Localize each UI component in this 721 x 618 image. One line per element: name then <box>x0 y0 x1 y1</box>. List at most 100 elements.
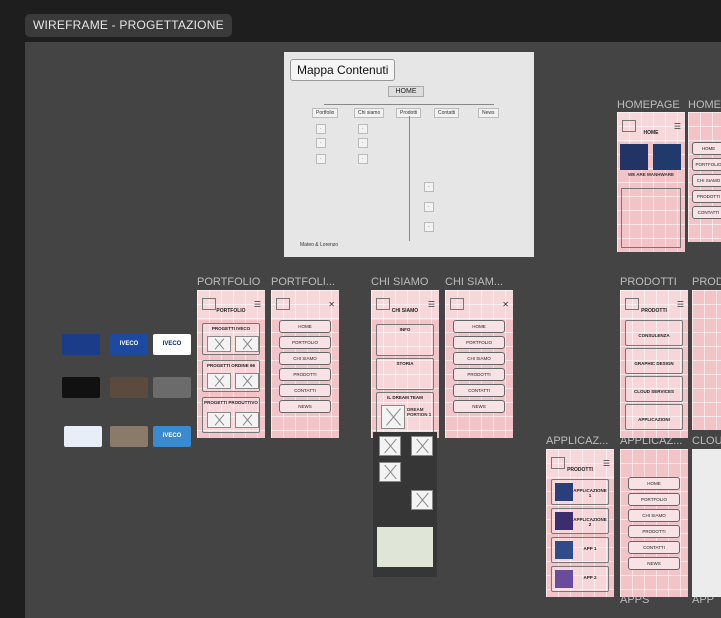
frame-label-chi-siamo[interactable]: CHI SIAMO <box>371 276 441 288</box>
menu-item-contatti[interactable]: CONTATTI <box>453 384 505 397</box>
frame-label-prodotti[interactable]: PRODOTTI <box>620 276 690 288</box>
applicazioni-frame[interactable]: ☰ PRODOTTI APPLICAZIONE 1 APPLICAZIONE 2… <box>546 449 614 597</box>
frame-label-homepage[interactable]: HOMEPAGE <box>617 99 687 111</box>
frame-label-home[interactable]: HOME <box>688 99 721 111</box>
portfolio-thumbnail: IVECO <box>153 334 191 355</box>
app-card[interactable]: APP 1 <box>551 537 609 563</box>
menu-item-home[interactable]: HOME <box>692 142 721 155</box>
map-node-chi-siamo: Chi siamo <box>354 108 385 118</box>
portfolio-frame[interactable]: ☰ PORTFOLIO PROGETTI IVECO PROGETTI ORDI… <box>197 290 265 438</box>
portfolio-thumbnail <box>153 377 191 398</box>
map-subnode: · <box>316 154 326 164</box>
product-card[interactable]: CLOUD SERVICES <box>625 376 683 402</box>
app-thumbnail <box>555 512 573 530</box>
portfolio-card[interactable]: PROGETTI IVECO <box>202 323 260 355</box>
portfolio-card[interactable]: PROGETTI ORDINE 66 <box>202 360 260 392</box>
hero-image <box>653 144 681 170</box>
portfolio-card[interactable]: PROGETTI PRODUTTIVO <box>202 397 260 433</box>
menu-item-portfolio[interactable]: PORTFOLIO <box>692 158 721 171</box>
menu-item-news[interactable]: NEWS <box>279 400 331 413</box>
menu-item-portfolio[interactable]: PORTFOLIO <box>279 336 331 349</box>
cloud-frame[interactable] <box>692 449 721 597</box>
top-bar: WIREFRAME - PROGETTAZIONE <box>0 0 721 42</box>
phone-header: ☰ PORTFOLIO <box>197 290 265 320</box>
map-connector <box>324 104 494 105</box>
product-card[interactable]: GRAPHIC DESIGN <box>625 348 683 374</box>
map-subnode: · <box>424 182 434 192</box>
image-placeholder <box>207 412 231 428</box>
frame-label-portfolio[interactable]: PORTFOLIO <box>197 276 267 288</box>
member-photo-placeholder <box>379 462 401 482</box>
map-image <box>377 527 433 567</box>
card-title: PROGETTI PRODUTTIVO <box>204 400 258 405</box>
chi-siamo-menu-frame[interactable]: ✕ HOME PORTFOLIO CHI SIAMO PRODOTTI CONT… <box>445 290 513 438</box>
card-title: CONSULENZA <box>638 333 670 338</box>
menu-item-chi-siamo[interactable]: CHI SIAMO <box>453 352 505 365</box>
product-card[interactable]: APPLICAZIONI <box>625 404 683 430</box>
homepage-frame[interactable]: ☰ HOME WE ARE MANHWARE <box>617 112 685 252</box>
frame-label-applicazioni[interactable]: APPLICAZ... <box>546 435 618 447</box>
menu-item-contatti[interactable]: CONTATTI <box>628 541 680 554</box>
product-card[interactable]: CONSULENZA <box>625 320 683 346</box>
menu-item-news[interactable]: NEWS <box>453 400 505 413</box>
app-card[interactable]: APPLICAZIONE 2 <box>551 508 609 534</box>
card-title: CLOUD SERVICES <box>634 389 674 394</box>
app-card[interactable]: APPLICAZIONE 1 <box>551 479 609 505</box>
card-title: PROGETTI IVECO <box>211 326 251 331</box>
app-thumbnail <box>555 570 573 588</box>
menu-item-prodotti[interactable]: PRODOTTI <box>628 525 680 538</box>
menu-item-portfolio[interactable]: PORTFOLIO <box>628 493 680 506</box>
logo <box>276 298 290 310</box>
phone-header: ☰ HOME <box>617 112 685 142</box>
portfolio-menu-frame[interactable]: ✕ HOME PORTFOLIO CHI SIAMO PRODOTTI CONT… <box>271 290 339 438</box>
applicazioni-menu-frame[interactable]: HOME PORTFOLIO CHI SIAMO PRODOTTI CONTAT… <box>620 449 688 597</box>
menu-item-portfolio[interactable]: PORTFOLIO <box>453 336 505 349</box>
portfolio-thumbnail <box>110 377 148 398</box>
menu-item-home[interactable]: HOME <box>279 320 331 333</box>
image-placeholder <box>207 373 231 389</box>
member-photo-placeholder <box>381 405 405 429</box>
prodotti-partial-frame[interactable] <box>692 290 721 430</box>
menu-item-chi-siamo[interactable]: CHI SIAMO <box>628 509 680 522</box>
frame-label-portfolio-menu[interactable]: PORTFOLI... <box>271 276 341 288</box>
menu-item-home[interactable]: HOME <box>628 477 680 490</box>
section-title: STORIA <box>396 361 414 366</box>
menu-item-contatti[interactable]: CONTATTI <box>279 384 331 397</box>
prodotti-frame[interactable]: ☰ PRODOTTI CONSULENZA GRAPHIC DESIGN CLO… <box>620 290 688 438</box>
card-title: APPLICAZIONE 1 <box>573 488 607 498</box>
content-map-title[interactable]: Mappa Contenuti <box>290 59 396 81</box>
frame-label-clou[interactable]: CLOU <box>692 435 721 447</box>
services-box <box>621 188 681 248</box>
menu-item-prodotti[interactable]: PRODOTTI <box>692 190 721 203</box>
app-card[interactable]: APP 2 <box>551 566 609 592</box>
menu-item-prodotti[interactable]: PRODOTTI <box>279 368 331 381</box>
section-title: INFO <box>399 327 411 332</box>
content-map-frame[interactable]: Mappa Contenuti HOME Portfolio Chi siamo… <box>284 52 534 257</box>
close-icon[interactable]: ✕ <box>502 300 509 309</box>
map-connector <box>409 116 410 241</box>
map-subnode: · <box>358 138 368 148</box>
frame-label-prod[interactable]: PROD <box>692 276 721 288</box>
phone-header: ☰ CHI SIAMO <box>371 290 439 320</box>
menu-item-contatti[interactable]: CONTATTI <box>692 206 721 219</box>
team-members-extension <box>373 432 437 577</box>
menu-item-prodotti[interactable]: PRODOTTI <box>453 368 505 381</box>
chi-siamo-frame[interactable]: ☰ CHI SIAMO INFO STORIA IL DREAM TEAM DR… <box>371 290 439 438</box>
menu-item-chi-siamo[interactable]: CHI SIAMO <box>279 352 331 365</box>
menu-item-home[interactable]: HOME <box>453 320 505 333</box>
hero-image <box>620 144 648 170</box>
image-placeholder <box>235 373 259 389</box>
close-icon[interactable]: ✕ <box>328 300 335 309</box>
home-menu-frame[interactable]: HOME PORTFOLIO CHI SIAMO PRODOTTI CONTAT… <box>688 112 721 242</box>
phone-title: PORTFOLIO <box>216 308 246 314</box>
portfolio-thumbnail: IVECO <box>153 426 191 447</box>
menu-item-chi-siamo[interactable]: CHI SIAMO <box>692 174 721 187</box>
frame-label-chi-siamo-menu[interactable]: CHI SIAM... <box>445 276 515 288</box>
portfolio-thumbnail <box>110 426 148 447</box>
map-subnode: · <box>358 154 368 164</box>
menu-item-news[interactable]: NEWS <box>628 557 680 570</box>
map-subnode: · <box>424 222 434 232</box>
image-placeholder <box>235 336 259 352</box>
card-title: PROGETTI ORDINE 66 <box>206 363 255 368</box>
file-title[interactable]: WIREFRAME - PROGETTAZIONE <box>25 14 232 37</box>
